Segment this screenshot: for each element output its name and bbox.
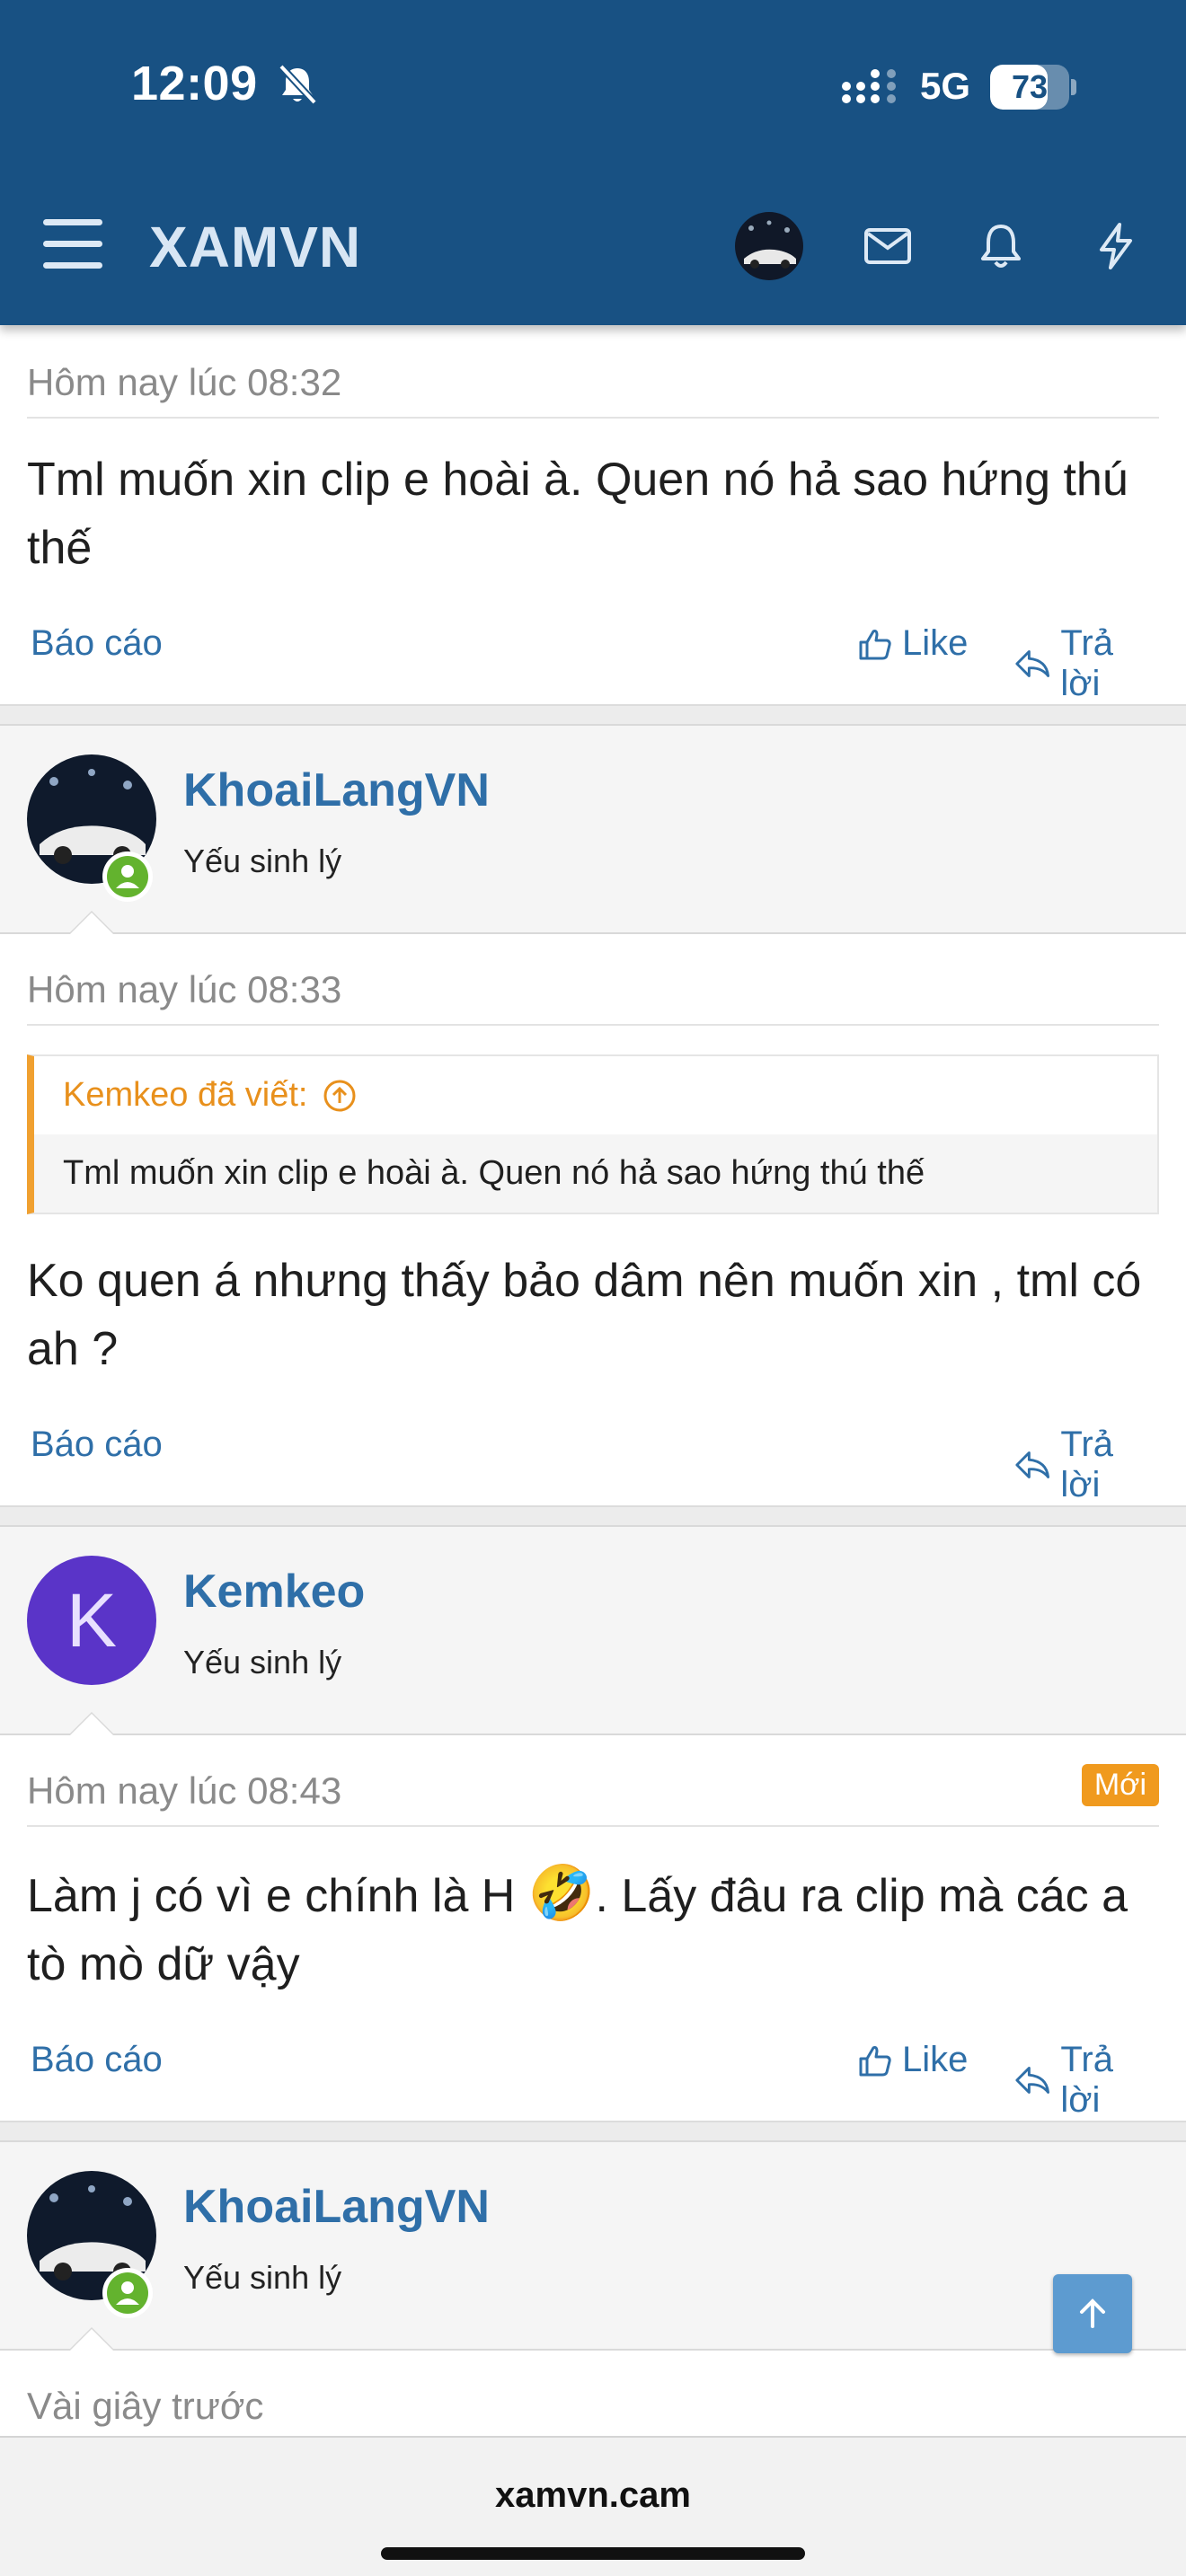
report-link[interactable]: Báo cáo [31, 2040, 163, 2080]
reply-label: Trả lời [1060, 623, 1113, 703]
post-time[interactable]: Vài giây trước [27, 2351, 1159, 2440]
post-author: KhoaiLangVN Yếu sinh lý [0, 2140, 1186, 2351]
post-text: Làm j có vì e chính là H 🤣. Lấy đâu ra c… [27, 1859, 1159, 1998]
post: Hôm nay lúc 08:32 Tml muốn xin clip e ho… [0, 325, 1186, 706]
battery-level: 73 [1011, 68, 1049, 105]
author-name[interactable]: KhoaiLangVN [183, 2180, 490, 2234]
menu-icon[interactable] [43, 219, 102, 269]
author-title: Yếu sinh lý [183, 2259, 342, 2296]
rofl-emoji: 🤣 [527, 1863, 596, 1923]
quote-header[interactable]: Kemkeo đã viết: [34, 1056, 1157, 1134]
quote-author: Kemkeo đã viết: [63, 1076, 308, 1114]
author-title: Yếu sinh lý [183, 1644, 342, 1681]
online-status-icon [102, 851, 153, 902]
arrow-up-icon [1080, 2298, 1105, 2328]
post-time[interactable]: Hôm nay lúc 08:32 [27, 325, 1159, 419]
scroll-to-top-button[interactable] [1053, 2274, 1132, 2353]
signal-icon [842, 69, 896, 103]
like-label: Like [902, 623, 969, 663]
site-logo[interactable]: XAMVN [149, 214, 361, 280]
reply-button[interactable]: Trả lời [1013, 1425, 1159, 1505]
home-indicator[interactable] [381, 2547, 805, 2560]
thumbs-up-icon [859, 2045, 891, 2076]
reply-label: Trả lời [1060, 2040, 1113, 2120]
like-label: Like [902, 2040, 969, 2079]
lightning-icon[interactable] [1089, 219, 1143, 273]
like-button[interactable]: Like [857, 623, 968, 664]
post-text: Tml muốn xin clip e hoài à. Quen nó hả s… [27, 454, 1128, 574]
network-type: 5G [920, 65, 971, 107]
status-time: 12:09 [131, 57, 258, 110]
post-author: K Kemkeo Yếu sinh lý [0, 1525, 1186, 1735]
address-bar[interactable]: xamvn.cam [0, 2475, 1186, 2516]
browser-bar: xamvn.cam [0, 2436, 1186, 2576]
reply-icon [1015, 1451, 1050, 1478]
report-link[interactable]: Báo cáo [31, 1425, 163, 1465]
reply-button[interactable]: Trả lời [1013, 2040, 1159, 2121]
reply-icon [1015, 2067, 1050, 2094]
author-avatar[interactable]: K [27, 1556, 156, 1685]
quote-text: Tml muốn xin clip e hoài à. Quen nó hả s… [34, 1134, 1157, 1213]
post: Hôm nay lúc 08:33 Kemkeo đã viết: Tml mu… [0, 934, 1186, 1507]
quote-block: Kemkeo đã viết: Tml muốn xin clip e hoài… [27, 1054, 1159, 1214]
online-status-icon [102, 2268, 153, 2318]
report-link[interactable]: Báo cáo [31, 623, 163, 664]
author-name[interactable]: KhoaiLangVN [183, 763, 490, 817]
post-time[interactable]: Hôm nay lúc 08:33 [27, 934, 1159, 1026]
post-time[interactable]: Hôm nay lúc 08:43 [27, 1735, 1159, 1827]
top-bar: 12:09 5G 73 XAMVN [0, 0, 1186, 325]
post: Hôm nay lúc 08:43 Mới Làm j có vì e chín… [0, 1735, 1186, 2122]
user-avatar[interactable] [735, 212, 803, 280]
bell-icon[interactable] [974, 219, 1028, 273]
author-title: Yếu sinh lý [183, 842, 342, 879]
reply-label: Trả lời [1060, 1425, 1113, 1504]
post-author: KhoaiLangVN Yếu sinh lý [0, 724, 1186, 934]
reply-icon [1015, 650, 1050, 677]
thumbs-up-icon [859, 629, 891, 659]
thread-content: Hôm nay lúc 08:32 Tml muốn xin clip e ho… [0, 325, 1186, 2530]
post-text-part: Làm j có vì e chính là H [27, 1870, 528, 1922]
arrow-up-circle-icon[interactable] [322, 1078, 358, 1114]
post-text: Ko quen á nhưng thấy bảo dâm nên muốn xi… [27, 1255, 1142, 1375]
battery-indicator: 73 [990, 65, 1076, 110]
author-name[interactable]: Kemkeo [183, 1565, 365, 1619]
reply-button[interactable]: Trả lời [1013, 623, 1159, 704]
mail-icon[interactable] [861, 219, 915, 273]
bell-off-icon [279, 64, 317, 105]
like-button[interactable]: Like [857, 2040, 968, 2080]
new-badge: Mới [1081, 1764, 1159, 1806]
